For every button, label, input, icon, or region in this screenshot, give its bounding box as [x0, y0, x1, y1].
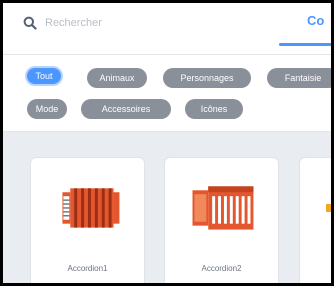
- active-tab-underline: [279, 43, 331, 46]
- costume-gallery: Accordion1 Accordion2: [3, 132, 331, 283]
- costume-card-partial[interactable]: [299, 157, 331, 283]
- filter-label: Icônes: [200, 104, 228, 114]
- costume-name: Accordion2: [201, 264, 242, 273]
- filter-label: Personnages: [180, 73, 234, 83]
- filter-characters[interactable]: Personnages: [163, 68, 251, 88]
- filter-label: Tout: [35, 71, 53, 81]
- filter-all[interactable]: Tout: [25, 66, 63, 86]
- filter-accessories[interactable]: Accessoires: [81, 99, 171, 119]
- filter-fashion[interactable]: Mode: [27, 99, 67, 119]
- filter-label: Mode: [35, 104, 59, 114]
- accordion-icon: [192, 186, 254, 230]
- search-icon: [23, 16, 37, 30]
- filter-label: Accessoires: [101, 104, 151, 114]
- filter-label: Fantaisie: [284, 73, 322, 83]
- filter-icons[interactable]: Icônes: [185, 99, 243, 119]
- search-input[interactable]: [45, 13, 245, 33]
- costume-thumbnail-partial: [326, 204, 331, 212]
- accordion-icon: [62, 188, 120, 228]
- costume-name: Accordion1: [67, 264, 108, 273]
- filter-fantasy[interactable]: Fantaisie: [267, 68, 331, 88]
- library-header: Co: [3, 3, 331, 55]
- costume-card[interactable]: Accordion2: [164, 157, 279, 283]
- costume-library-panel: Co Tout Animaux Personnages Fantaisie Mo…: [0, 0, 334, 286]
- filter-animals[interactable]: Animaux: [87, 68, 147, 88]
- costume-card[interactable]: Accordion1: [30, 157, 145, 283]
- filter-label: Animaux: [99, 73, 135, 83]
- tab-costumes[interactable]: Co: [307, 13, 324, 28]
